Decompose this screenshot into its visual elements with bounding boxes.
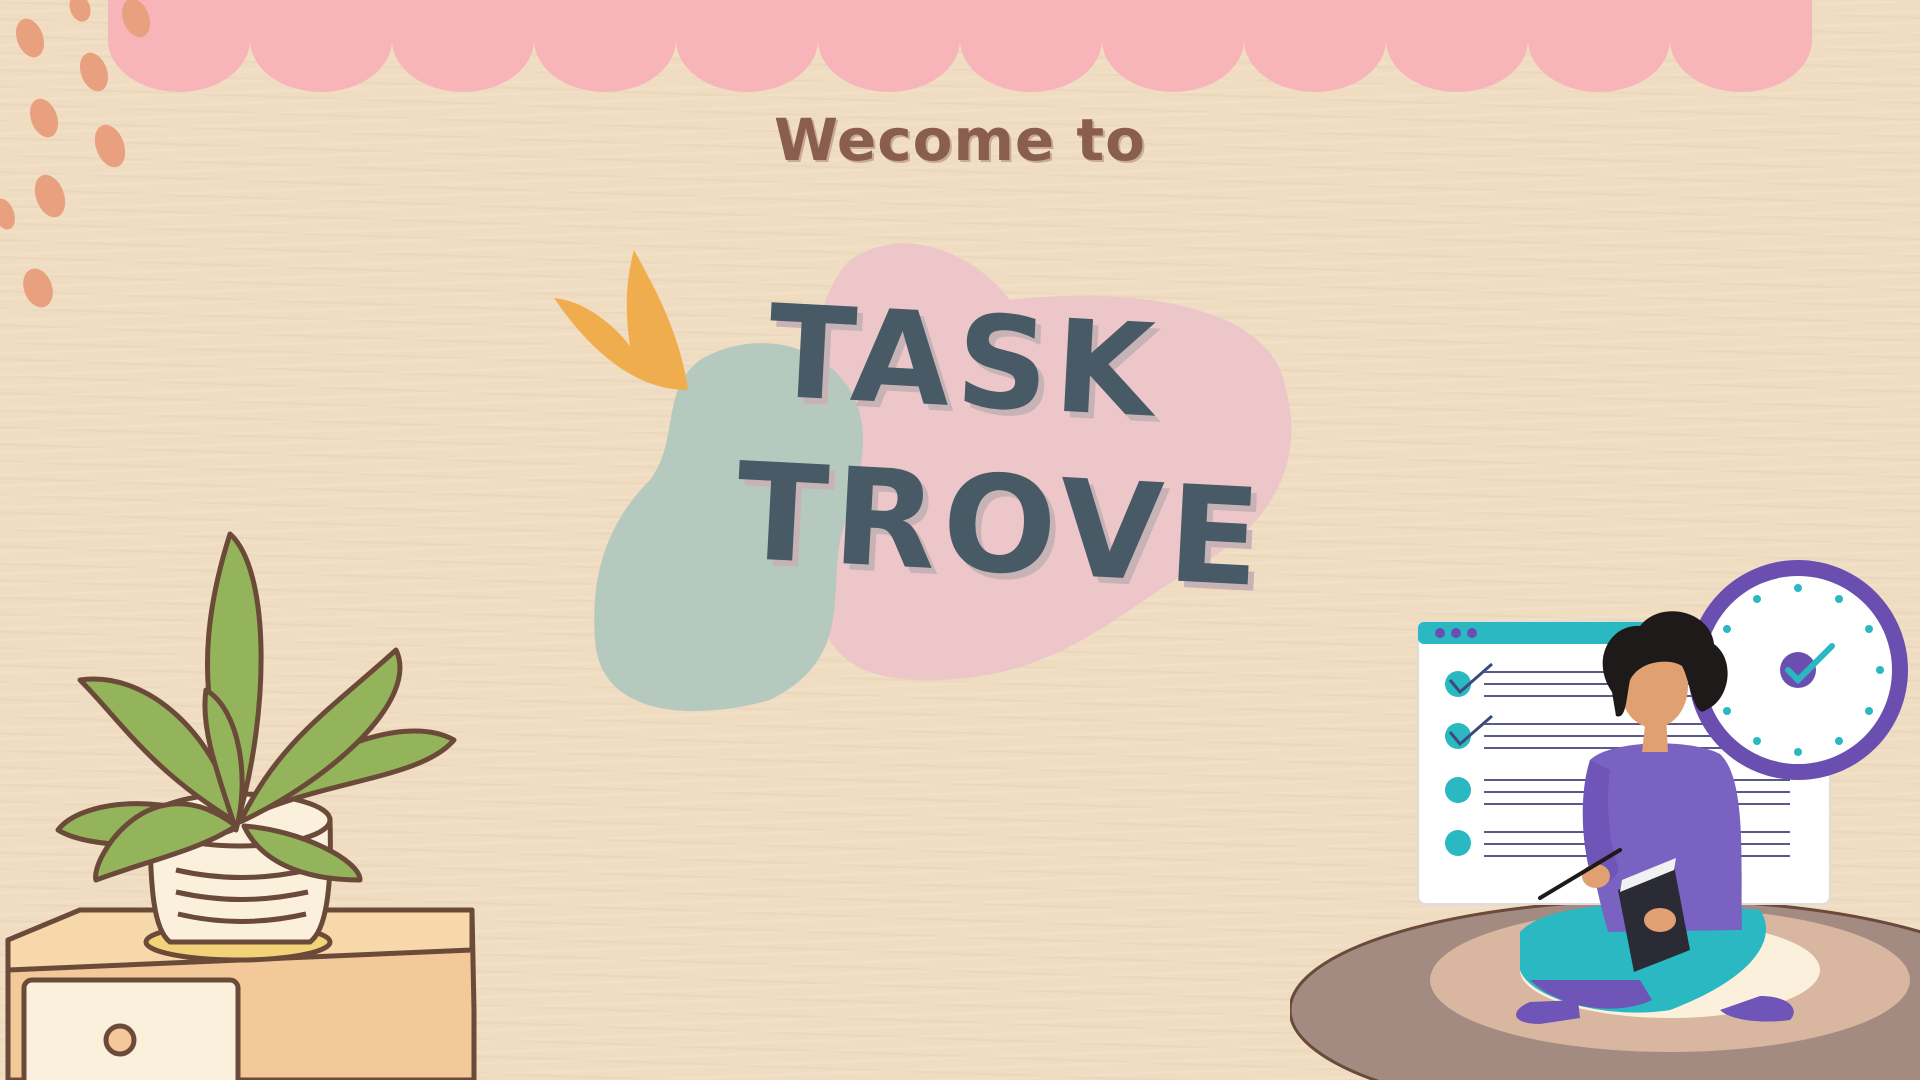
title-line-trove: TROVE (732, 433, 1270, 617)
scallop-banner-icon (108, 0, 1812, 92)
title-line-task: TASK (764, 277, 1164, 447)
page-title: TASK TROVE (690, 277, 1270, 616)
welcome-text: Wecome to (773, 106, 1146, 174)
potted-plant-on-nightstand (5, 531, 477, 1080)
plant-leaves-icon (55, 531, 457, 883)
person-with-checklist-illustration (1290, 560, 1920, 1080)
leaf-accent-icon (554, 250, 688, 390)
